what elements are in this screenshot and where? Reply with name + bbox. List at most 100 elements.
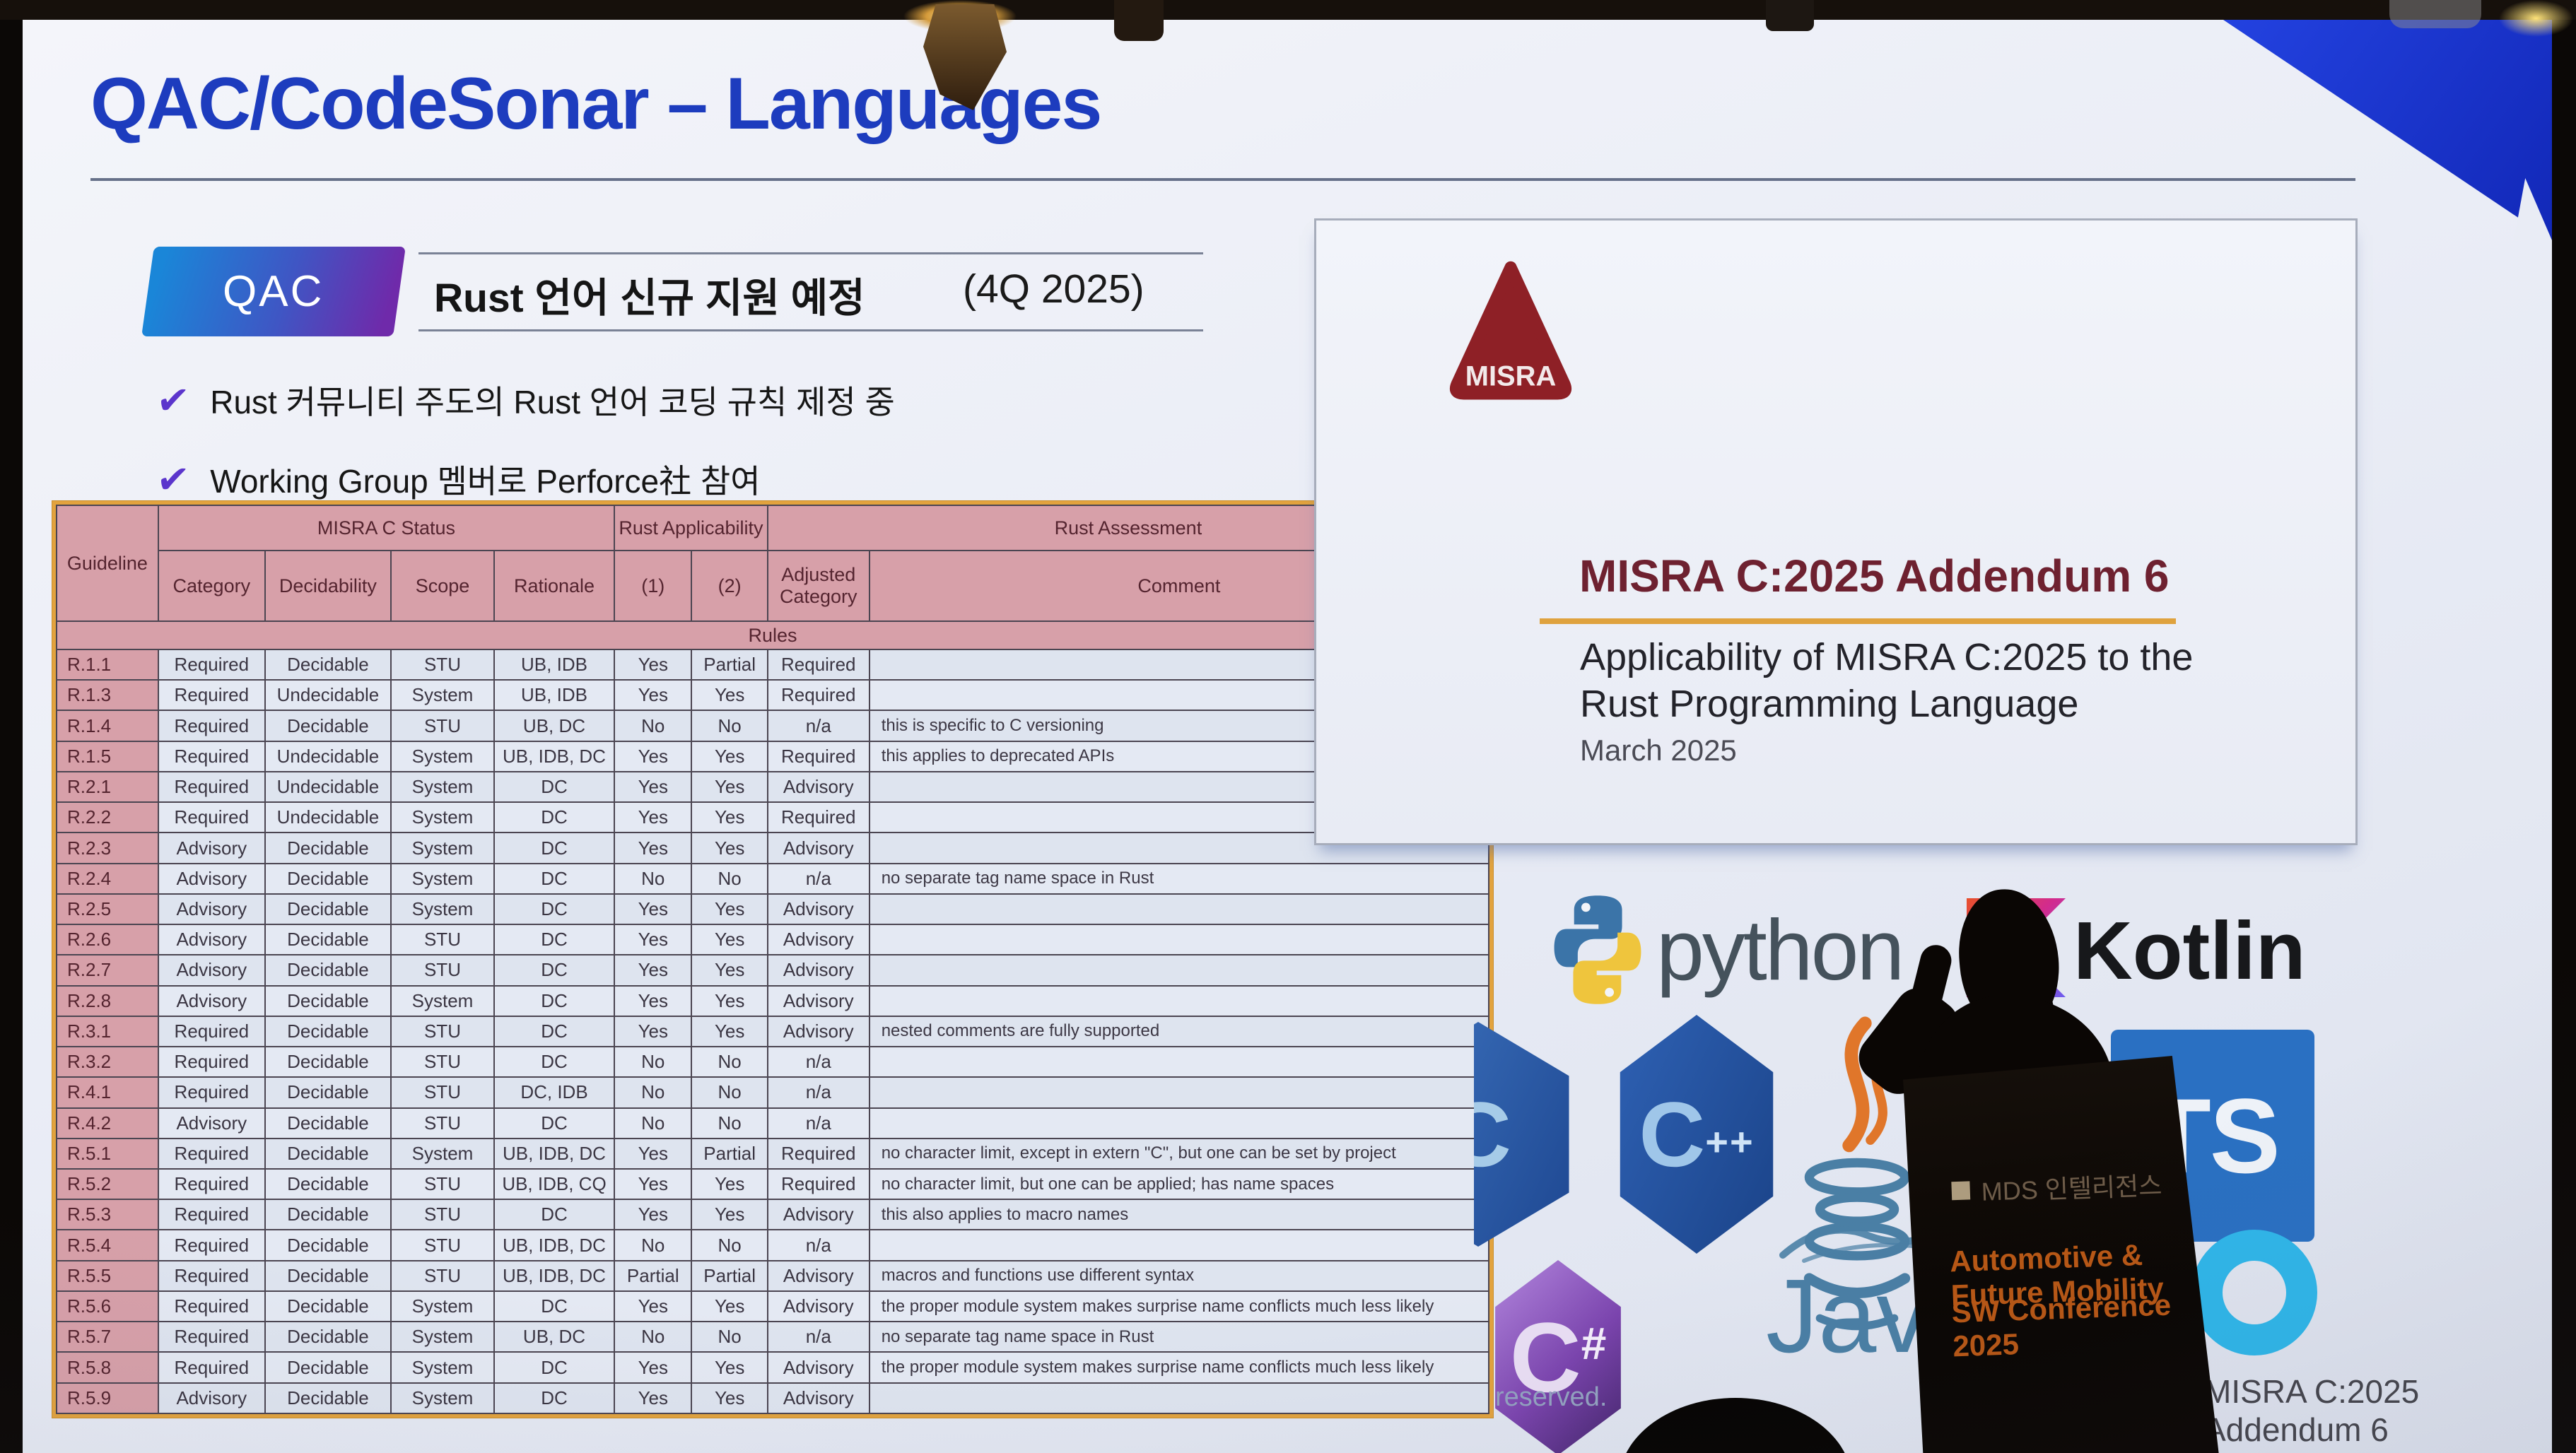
rules-table: Guideline MISRA C Status Rust Applicabil… <box>56 505 1489 1414</box>
rule-cell: Yes <box>614 1169 691 1199</box>
rule-cell: Required <box>158 680 265 710</box>
rule-id-cell: R.5.8 <box>57 1352 158 1382</box>
rules-table-body: R.1.1RequiredDecidableSTUUB, IDBYesParti… <box>57 649 1489 1413</box>
rule-cell: Partial <box>691 1139 767 1169</box>
rule-cell: DC <box>494 1291 614 1322</box>
photo-canvas: QAC/CodeSonar – Languages QAC Rust 언어 신규… <box>0 0 2576 1453</box>
rule-cell: no separate tag name space in Rust <box>870 1322 1489 1352</box>
rule-cell: STU <box>391 1016 494 1047</box>
rule-cell: Required <box>158 649 265 680</box>
cpp-letter: C <box>1639 1081 1705 1187</box>
mds-logo-icon <box>1951 1181 1970 1200</box>
rule-cell: Advisory <box>158 924 265 955</box>
section-line-bottom <box>418 329 1203 331</box>
rule-cell: Yes <box>691 772 767 802</box>
rule-cell: Advisory <box>768 924 870 955</box>
col-header-misra-c-status: MISRA C Status <box>158 505 614 551</box>
rule-cell: No <box>614 1047 691 1077</box>
rule-cell: macros and functions use different synta… <box>870 1261 1489 1291</box>
table-sub-header-row: Category Decidability Scope Rationale (1… <box>57 551 1489 621</box>
rule-cell: Required <box>158 1139 265 1169</box>
rule-id-cell: R.2.7 <box>57 955 158 985</box>
stage-light-glow-icon <box>2499 0 2573 37</box>
rule-cell: Yes <box>614 649 691 680</box>
rule-cell: System <box>391 1291 494 1322</box>
rule-cell: Yes <box>614 741 691 772</box>
rule-cell: Yes <box>614 1016 691 1047</box>
table-row: R.3.2RequiredDecidableSTUDCNoNon/a <box>57 1047 1489 1077</box>
slide-footer-text: MISRA C:2025 Addendum 6 <box>2204 1372 2552 1449</box>
python-wordmark: python <box>1656 900 1902 999</box>
table-row: R.2.4AdvisoryDecidableSystemDCNoNon/ano … <box>57 864 1489 894</box>
rule-cell: Required <box>158 1352 265 1382</box>
rule-cell: Advisory <box>768 894 870 924</box>
c-logo-partial: C <box>1474 1022 1581 1247</box>
rule-cell: Yes <box>614 1383 691 1413</box>
rule-cell: System <box>391 833 494 863</box>
misra-addendum-card: MISRA MISRA C:2025 Addendum 6 Applicabil… <box>1314 218 2358 845</box>
rule-cell <box>870 1383 1489 1413</box>
table-row: R.5.2RequiredDecidableSTUUB, IDB, CQYesY… <box>57 1169 1489 1199</box>
rule-cell: Yes <box>691 802 767 833</box>
rule-cell: Decidable <box>265 1322 391 1352</box>
rule-cell: Partial <box>614 1261 691 1291</box>
rule-cell: Yes <box>614 924 691 955</box>
qac-badge: QAC <box>141 247 406 336</box>
rule-cell: STU <box>391 924 494 955</box>
table-row: R.2.1RequiredUndecidableSystemDCYesYesAd… <box>57 772 1489 802</box>
rule-cell: Required <box>158 1199 265 1230</box>
rule-cell: Advisory <box>768 955 870 985</box>
rule-cell: System <box>391 1139 494 1169</box>
rule-cell: DC <box>494 802 614 833</box>
podium: MDS 인텔리전스 Automotive & Future Mobility S… <box>1893 1056 2225 1453</box>
rule-cell: DC <box>494 833 614 863</box>
cpp-plusplus: ++ <box>1705 1119 1754 1165</box>
rule-cell: DC <box>494 1016 614 1047</box>
table-row: R.1.4RequiredDecidableSTUUB, DCNoNon/ath… <box>57 710 1489 741</box>
rule-cell <box>870 1230 1489 1260</box>
ceiling-object <box>2389 0 2481 28</box>
rule-cell: No <box>614 1108 691 1139</box>
rule-cell: Yes <box>691 1169 767 1199</box>
rule-cell: Undecidable <box>265 680 391 710</box>
cpp-logo-icon: C ++ <box>1610 1015 1784 1254</box>
addendum-subtitle-line2: Rust Programming Language <box>1580 681 2193 727</box>
title-divider <box>90 178 2355 181</box>
rule-cell: Required <box>158 1016 265 1047</box>
rule-cell: Required <box>158 1077 265 1107</box>
rule-cell <box>870 894 1489 924</box>
section-date: (4Q 2025) <box>963 266 1144 312</box>
rule-cell: Yes <box>691 833 767 863</box>
col-header-2: (2) <box>691 551 767 621</box>
col-header-guideline: Guideline <box>57 505 158 621</box>
rule-cell: UB, IDB, DC <box>494 1230 614 1260</box>
rule-cell: No <box>614 710 691 741</box>
rule-cell: Yes <box>691 955 767 985</box>
rule-id-cell: R.5.4 <box>57 1230 158 1260</box>
rule-id-cell: R.2.1 <box>57 772 158 802</box>
rule-cell: n/a <box>768 710 870 741</box>
rule-cell: UB, IDB, CQ <box>494 1169 614 1199</box>
rule-cell: Required <box>158 802 265 833</box>
misra-rules-table: Guideline MISRA C Status Rust Applicabil… <box>52 501 1493 1418</box>
go-logo-icon <box>2191 1230 2317 1355</box>
rule-cell: Decidable <box>265 1108 391 1139</box>
rule-cell: DC <box>494 894 614 924</box>
rule-cell: System <box>391 741 494 772</box>
rule-cell: Decidable <box>265 1199 391 1230</box>
rule-cell: No <box>691 1047 767 1077</box>
rule-cell: STU <box>391 1261 494 1291</box>
qac-badge-label: QAC <box>223 266 324 317</box>
table-row: R.2.3AdvisoryDecidableSystemDCYesYesAdvi… <box>57 833 1489 863</box>
rule-id-cell: R.5.7 <box>57 1322 158 1352</box>
python-icon <box>1552 892 1643 1008</box>
rule-cell: Yes <box>614 1291 691 1322</box>
c-logo-icon: C <box>1474 1022 1581 1247</box>
rule-cell: UB, IDB, DC <box>494 1261 614 1291</box>
rule-cell: No <box>691 864 767 894</box>
misra-logo-icon: MISRA <box>1444 252 1578 411</box>
table-row: R.2.7AdvisoryDecidableSTUDCYesYesAdvisor… <box>57 955 1489 985</box>
rule-cell: Decidable <box>265 649 391 680</box>
rule-cell: Required <box>158 1047 265 1077</box>
rule-cell: Yes <box>691 1199 767 1230</box>
